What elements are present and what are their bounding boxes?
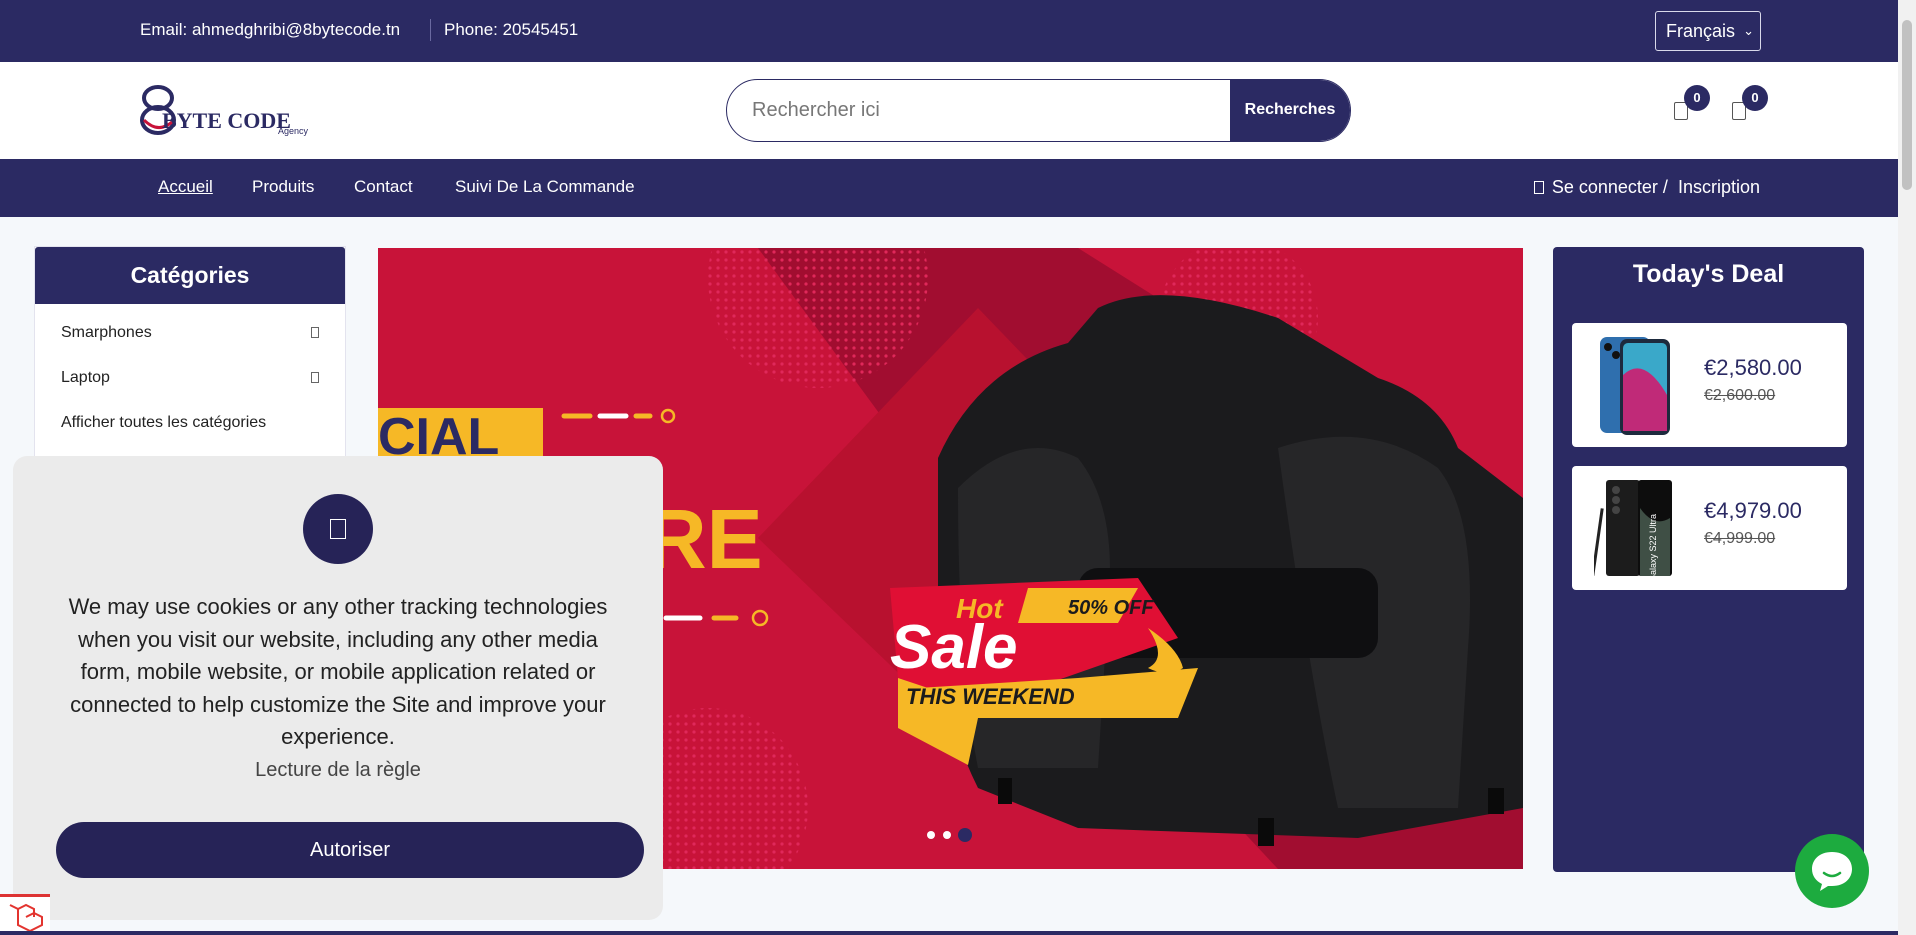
logo-subtext: Agency bbox=[278, 126, 309, 136]
category-label: Laptop bbox=[61, 369, 110, 386]
auth-links: Se connecter / Inscription bbox=[1533, 177, 1760, 198]
category-item[interactable]: Laptop bbox=[35, 355, 345, 400]
chevron-right-icon bbox=[311, 372, 319, 383]
search-input[interactable] bbox=[727, 80, 1232, 141]
language-value: Français bbox=[1666, 21, 1736, 41]
categories-title: Catégories bbox=[35, 247, 345, 304]
carousel-dot-active[interactable] bbox=[958, 828, 972, 842]
nav-contact[interactable]: Contact bbox=[354, 177, 413, 197]
cart-icon[interactable]: 0 bbox=[1730, 85, 1768, 122]
nav-produits[interactable]: Produits bbox=[252, 177, 314, 197]
deal-price: €4,979.00 bbox=[1704, 498, 1802, 523]
footer-edge bbox=[0, 931, 1898, 935]
top-bar: Email: ahmedghribi@8bytecode.tn Phone: 2… bbox=[0, 0, 1898, 62]
site-logo[interactable]: BYTE CODE Agency bbox=[140, 84, 340, 136]
show-all-categories-link[interactable]: Afficher toutes les catégories bbox=[35, 400, 345, 445]
wishlist-count-badge: 0 bbox=[1684, 85, 1710, 111]
user-icon bbox=[1533, 181, 1544, 194]
chat-bubble-icon bbox=[1812, 852, 1852, 891]
login-link[interactable]: Se connecter / bbox=[1552, 177, 1668, 197]
scrollbar-thumb[interactable] bbox=[1902, 20, 1912, 190]
main-nav: Accueil Produits Contact Suivi De La Com… bbox=[0, 159, 1898, 217]
categories-panel: Catégories Smarphones Laptop Afficher to… bbox=[34, 246, 346, 466]
cookie-allow-button[interactable]: Autoriser bbox=[56, 822, 644, 878]
deal-old-price: €2,600.00 bbox=[1704, 387, 1776, 404]
chevron-right-icon bbox=[311, 327, 319, 338]
nav-accueil[interactable]: Accueil bbox=[158, 177, 213, 197]
laravel-logo-icon bbox=[9, 903, 43, 933]
iphone-image bbox=[1600, 337, 1670, 435]
cookie-consent-dialog: We may use cookies or any other tracking… bbox=[13, 456, 663, 920]
cookie-icon bbox=[303, 494, 373, 564]
divider bbox=[430, 19, 431, 41]
search-button[interactable]: Recherches bbox=[1230, 80, 1350, 141]
chat-widget-button[interactable] bbox=[1795, 834, 1869, 908]
debug-toolbar-button[interactable] bbox=[0, 894, 50, 935]
cart-count-badge: 0 bbox=[1742, 85, 1768, 111]
badge-sale-text: Sale bbox=[890, 613, 1018, 682]
deal-card[interactable]: Galaxy S22 Ultra €4,979.00 €4,999.00 bbox=[1572, 466, 1847, 590]
badge-weekend-text: THIS WEEKEND bbox=[906, 684, 1075, 709]
category-label: Smarphones bbox=[61, 324, 152, 341]
nav-suivi-commande[interactable]: Suivi De La Commande bbox=[455, 177, 635, 197]
banner-text-2: RE bbox=[646, 492, 763, 586]
logo-text: BYTE CODE bbox=[162, 108, 291, 133]
todays-deal-panel: Today's Deal €2,580.00 €2,600.00 Galaxy … bbox=[1553, 247, 1864, 872]
carousel-dot[interactable] bbox=[927, 831, 935, 839]
register-link[interactable]: Inscription bbox=[1678, 177, 1760, 197]
galaxy-s22-ultra-image: Galaxy S22 Ultra bbox=[1594, 480, 1672, 578]
header: BYTE CODE Agency Recherches 0 0 bbox=[0, 62, 1898, 159]
deal-price: €2,580.00 bbox=[1704, 355, 1802, 380]
contact-email: Email: ahmedghribi@8bytecode.tn bbox=[140, 20, 401, 39]
galaxy-image-text: Galaxy S22 Ultra bbox=[1648, 514, 1658, 578]
chevron-down-icon: ⌄ bbox=[1743, 23, 1754, 38]
deal-old-price: €4,999.00 bbox=[1704, 530, 1776, 547]
deal-card[interactable]: €2,580.00 €2,600.00 bbox=[1572, 323, 1847, 447]
wishlist-icon[interactable]: 0 bbox=[1672, 85, 1710, 122]
carousel-dot[interactable] bbox=[943, 831, 951, 839]
cookie-text: We may use cookies or any other tracking… bbox=[68, 594, 608, 749]
page-scrollbar[interactable] bbox=[1898, 0, 1916, 935]
cookie-policy-link[interactable]: Lecture de la règle bbox=[13, 759, 663, 782]
badge-off-text: 50% OFF bbox=[1068, 597, 1154, 619]
category-item[interactable]: Smarphones bbox=[35, 310, 345, 355]
search-bar: Recherches bbox=[726, 79, 1351, 142]
contact-phone: Phone: 20545451 bbox=[444, 20, 579, 39]
language-select[interactable]: Français ⌄ bbox=[1655, 11, 1761, 51]
deal-title: Today's Deal bbox=[1632, 260, 1785, 288]
